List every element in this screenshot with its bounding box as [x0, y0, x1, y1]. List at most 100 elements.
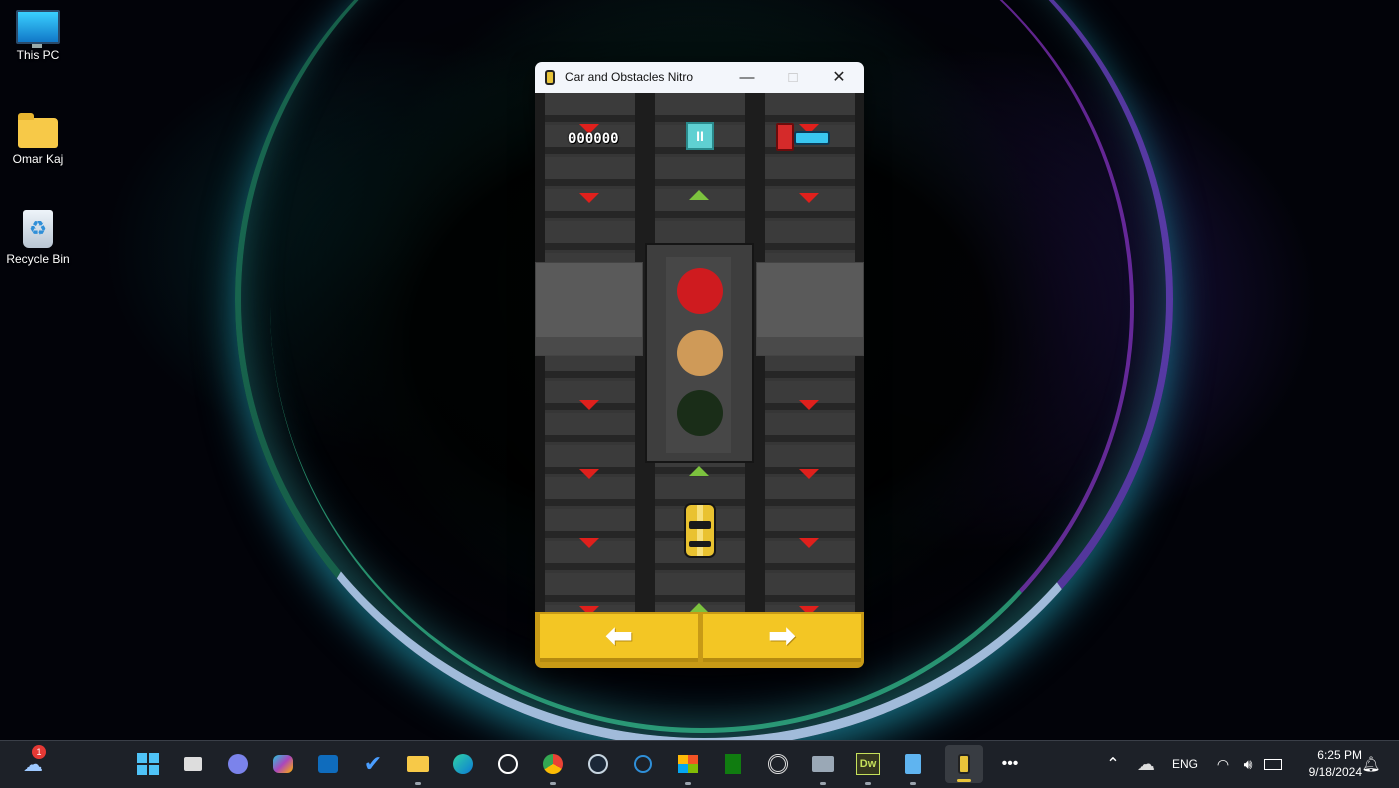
game-bar-icon — [725, 754, 741, 774]
taskbar-remote-desktop[interactable] — [808, 749, 838, 785]
taskbar-copilot[interactable] — [268, 749, 298, 779]
taskbar: ☁ 1 ✔ Dw ••• ⌃ ☁ ENG ◠ 🔊︎ 6:25 PM 9/18/2… — [0, 740, 1399, 788]
app-icon — [545, 70, 555, 85]
steer-left-button[interactable]: ⬅ — [540, 614, 698, 662]
cloud-icon: ☁ — [1137, 753, 1155, 774]
taskbar-chrome[interactable] — [538, 749, 568, 785]
taskbar-file-explorer[interactable] — [403, 749, 433, 785]
windows-logo-icon — [137, 753, 159, 775]
taskbar-outlook[interactable] — [313, 749, 343, 779]
notepad-icon — [905, 754, 921, 774]
show-hidden-icons-button[interactable]: ⌃ — [1098, 749, 1128, 779]
recycle-bin-icon: ♻ — [23, 210, 53, 248]
lane-arrow-down-icon — [579, 193, 599, 203]
folder-icon — [18, 113, 58, 148]
taskbar-todo[interactable]: ✔ — [358, 749, 388, 779]
video-chat-icon — [228, 754, 248, 774]
taskbar-edge[interactable] — [448, 749, 478, 779]
chevron-up-icon: ⌃ — [1106, 756, 1120, 773]
fuel-gauge — [794, 131, 830, 145]
desktop-icon-this-pc[interactable]: This PC — [0, 0, 76, 62]
notification-badge: 1 — [32, 745, 46, 759]
lane-arrow-up-icon — [689, 466, 709, 476]
steer-right-button[interactable]: ➡ — [703, 614, 861, 662]
outlook-icon — [318, 755, 338, 773]
whatsapp-icon — [498, 754, 518, 774]
taskbar-whatsapp[interactable] — [493, 749, 523, 779]
taskbar-vpn[interactable] — [763, 749, 793, 779]
lane-arrow-up-icon — [689, 603, 709, 612]
lane-arrow-down-icon — [799, 193, 819, 203]
lane-arrow-down-icon — [579, 469, 599, 479]
side-barrier-right — [756, 262, 864, 356]
traffic-light-amber — [677, 330, 723, 376]
task-view-button[interactable] — [178, 749, 208, 779]
lane-arrow-up-icon — [689, 190, 709, 200]
battery-button[interactable] — [1258, 749, 1288, 779]
lane-arrow-down-icon — [799, 538, 819, 548]
wifi-icon: ◠ — [1216, 755, 1230, 772]
taskbar-car-and-obstacles-nitro[interactable] — [945, 745, 983, 783]
spiral-icon — [768, 754, 788, 774]
taskbar-notepad[interactable] — [898, 749, 928, 785]
checkmark-icon: ✔ — [363, 751, 383, 776]
azure-icon — [634, 755, 652, 773]
store-icon — [678, 755, 698, 773]
steering-controls: ⬅ ➡ — [535, 612, 864, 668]
game-window: Car and Obstacles Nitro — □ ✕ 000000 II — [535, 62, 864, 668]
edge-icon — [453, 754, 473, 774]
bell-icon: 🔔︎ — [1361, 756, 1381, 773]
score-display: 000000 — [568, 131, 619, 147]
taskbar-clock[interactable]: 6:25 PM 9/18/2024 — [1292, 747, 1362, 781]
desktop-icon-label: Recycle Bin — [6, 252, 70, 266]
maximize-button[interactable]: □ — [770, 62, 816, 93]
lane-arrow-down-icon — [579, 538, 599, 548]
taskbar-microsoft-store[interactable] — [673, 749, 703, 785]
desktop-icon-omar-kaj[interactable]: Omar Kaj — [0, 104, 76, 166]
fuel-can-icon — [776, 123, 794, 151]
desktop-icon-label: Omar Kaj — [12, 152, 64, 166]
weather-widget[interactable]: ☁ 1 — [18, 745, 48, 779]
game-canvas[interactable]: 000000 II — [535, 93, 864, 612]
monitor-icon — [812, 756, 834, 772]
chrome-icon — [543, 754, 563, 774]
side-barrier-left — [535, 262, 643, 356]
close-button[interactable]: ✕ — [816, 62, 862, 93]
folder-icon — [407, 756, 429, 772]
lane-arrow-down-icon — [799, 400, 819, 410]
taskbar-game-bar[interactable] — [718, 749, 748, 779]
notifications-button[interactable]: 🔔︎ — [1356, 749, 1386, 779]
arrow-left-icon: ⬅ — [604, 617, 634, 655]
taskbar-dreamweaver[interactable]: Dw — [853, 749, 883, 785]
traffic-light — [645, 243, 754, 463]
taskbar-steam[interactable] — [583, 749, 613, 779]
minimize-button[interactable]: — — [724, 62, 770, 93]
clock-date: 9/18/2024 — [1308, 765, 1362, 779]
player-car — [684, 503, 716, 558]
traffic-light-red — [677, 268, 723, 314]
steam-icon — [588, 754, 608, 774]
lane-arrow-down-icon — [579, 400, 599, 410]
taskbar-overflow-button[interactable]: ••• — [995, 749, 1025, 779]
arrow-right-icon: ➡ — [767, 617, 797, 655]
traffic-light-green — [677, 390, 723, 436]
battery-icon — [1264, 758, 1282, 770]
lane-arrow-down-icon — [799, 469, 819, 479]
desktop-icon-recycle-bin[interactable]: ♻ Recycle Bin — [0, 200, 76, 266]
window-title: Car and Obstacles Nitro — [565, 70, 694, 84]
more-icon: ••• — [1001, 755, 1019, 772]
taskbar-meet[interactable] — [223, 749, 253, 779]
clock-time: 6:25 PM — [1317, 748, 1362, 762]
dreamweaver-icon: Dw — [856, 753, 880, 775]
onedrive-button[interactable]: ☁ — [1131, 749, 1161, 779]
start-button[interactable] — [133, 749, 163, 779]
window-titlebar[interactable]: Car and Obstacles Nitro — □ ✕ — [535, 62, 864, 93]
car-game-icon — [958, 754, 970, 774]
desktop-icon-label: This PC — [16, 48, 60, 62]
computer-icon — [16, 10, 60, 48]
language-indicator[interactable]: ENG — [1172, 757, 1198, 771]
speaker-icon: 🔊︎ — [1243, 755, 1253, 772]
copilot-icon — [273, 755, 293, 773]
taskbar-azure-data-studio[interactable] — [628, 749, 658, 779]
pause-button[interactable]: II — [686, 122, 714, 150]
